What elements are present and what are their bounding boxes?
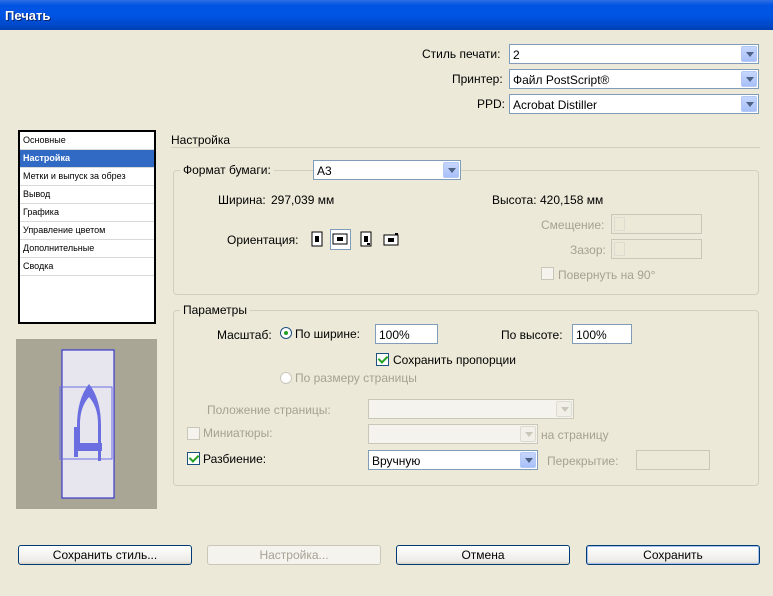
tiling-value: Вручную (372, 454, 421, 468)
landscape-reversed-icon[interactable] (383, 231, 400, 248)
keep-proportions-checkbox[interactable] (376, 353, 389, 366)
sidebar-item-summary[interactable]: Сводка (20, 258, 154, 276)
title-bar[interactable]: Печать (0, 0, 773, 30)
gap-input[interactable] (611, 239, 702, 259)
landscape-icon[interactable] (330, 229, 351, 250)
tiling-select[interactable]: Вручную (368, 450, 538, 470)
preview-graphic (59, 349, 115, 499)
overlap-label: Перекрытие: (547, 454, 619, 468)
offset-input[interactable] (611, 214, 702, 234)
chevron-down-icon[interactable] (520, 452, 536, 468)
section-title: Настройка (171, 133, 231, 147)
ppd-value: Acrobat Distiller (513, 98, 598, 112)
printer-select[interactable]: Файл PostScript® (509, 69, 759, 89)
ppd-select[interactable]: Acrobat Distiller (509, 94, 759, 114)
sidebar-item-output[interactable]: Вывод (20, 186, 154, 204)
window-title: Печать (5, 8, 51, 23)
print-style-value: 2 (513, 48, 520, 62)
height-value: 420,158 мм (540, 193, 604, 207)
width-label: Ширина: (218, 193, 266, 207)
offset-label: Смещение: (541, 218, 605, 232)
print-style-label: Стиль печати: (422, 47, 501, 61)
chevron-down-icon[interactable] (741, 71, 757, 87)
portrait-reversed-icon[interactable] (358, 231, 375, 248)
scale-label: Масштаб: (217, 328, 272, 342)
chevron-down-icon[interactable] (556, 401, 572, 417)
save-button[interactable]: Сохранить (586, 545, 760, 565)
chevron-down-icon[interactable] (443, 162, 459, 178)
chevron-down-icon[interactable] (741, 96, 757, 112)
portrait-icon[interactable] (309, 231, 326, 248)
paper-format-select[interactable]: A3 (313, 160, 461, 180)
tiling-checkbox[interactable] (187, 452, 200, 465)
save-style-button[interactable]: Сохранить стиль... (18, 545, 192, 565)
spinner-icon[interactable] (614, 242, 625, 256)
per-page-label: на страницу (541, 428, 609, 442)
by-height-value: 100% (576, 328, 607, 342)
print-style-select[interactable]: 2 (509, 44, 759, 64)
paper-format-value: A3 (317, 164, 332, 178)
fit-page-radio[interactable] (280, 372, 292, 384)
printer-label: Принтер: (452, 72, 503, 86)
ppd-label: PPD: (477, 97, 506, 111)
paper-format-legend: Формат бумаги: (180, 163, 274, 177)
thumbnails-checkbox[interactable] (187, 427, 200, 440)
chevron-down-icon[interactable] (520, 426, 536, 442)
parameters-legend: Параметры (180, 303, 250, 317)
sidebar-item-marks-bleed[interactable]: Метки и выпуск за обрез (20, 168, 154, 186)
gap-label: Зазор: (570, 243, 606, 257)
by-width-label: По ширине: (295, 327, 360, 341)
tiling-label: Разбиение: (203, 452, 267, 466)
page-position-label: Положение страницы: (207, 403, 331, 417)
section-divider (171, 147, 760, 148)
thumbnails-label: Миниатюры: (203, 426, 273, 440)
width-value: 297,039 мм (271, 193, 335, 207)
thumbnails-select[interactable] (368, 424, 538, 444)
page-position-select[interactable] (368, 399, 574, 419)
overlap-input[interactable] (636, 450, 710, 470)
sidebar-item-basic[interactable]: Основные (20, 132, 154, 150)
by-height-label: По высоте: (501, 328, 563, 342)
setup-button[interactable]: Настройка... (207, 545, 381, 565)
sidebar-item-graphics[interactable]: Графика (20, 204, 154, 222)
printer-value: Файл PostScript® (513, 73, 610, 87)
sidebar-item-advanced[interactable]: Дополнительные (20, 240, 154, 258)
rotate-90-label: Повернуть на 90° (558, 268, 656, 282)
spinner-icon[interactable] (614, 217, 625, 231)
page-preview (16, 339, 157, 509)
chevron-down-icon[interactable] (741, 46, 757, 62)
orientation-label: Ориентация: (227, 233, 299, 247)
by-width-input[interactable]: 100% (375, 324, 438, 344)
by-height-input[interactable]: 100% (572, 324, 632, 344)
fit-page-label: По размеру страницы (295, 371, 417, 385)
height-label: Высота: (492, 193, 537, 207)
by-width-value: 100% (379, 328, 410, 342)
by-width-radio[interactable] (280, 327, 292, 339)
sidebar-item-color-management[interactable]: Управление цветом (20, 222, 154, 240)
category-list[interactable]: Основные Настройка Метки и выпуск за обр… (18, 130, 156, 324)
sidebar-item-setup[interactable]: Настройка (20, 150, 154, 168)
cancel-button[interactable]: Отмена (396, 545, 570, 565)
print-dialog: Печать Стиль печати: 2 Принтер: Файл Pos… (0, 0, 773, 596)
rotate-90-checkbox[interactable] (541, 267, 554, 280)
keep-proportions-label: Сохранить пропорции (393, 353, 516, 367)
